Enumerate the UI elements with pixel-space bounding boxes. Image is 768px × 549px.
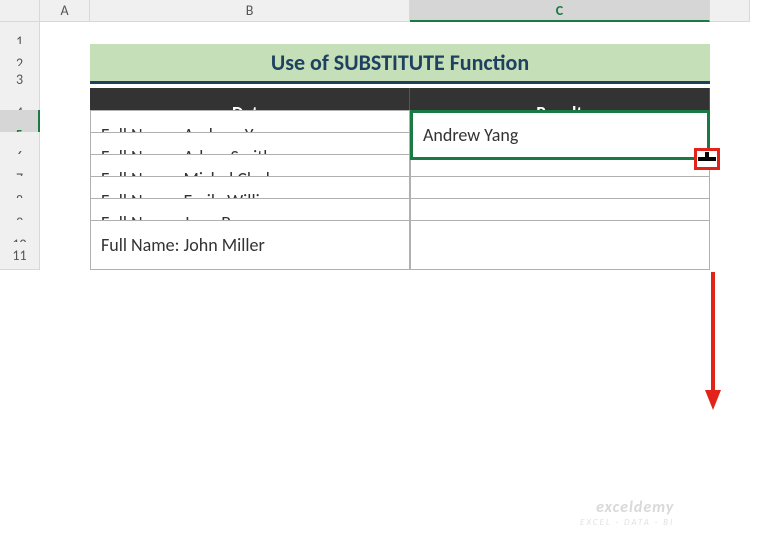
cell-C1[interactable] — [410, 22, 710, 62]
watermark-line1: exceldemy — [580, 498, 674, 517]
cell-blank-11 — [710, 242, 750, 270]
spreadsheet-grid: A B C 1 2 Use of SUBSTITUTE Function 3 4… — [0, 0, 768, 264]
watermark-line2: EXCEL · DATA · BI — [580, 517, 674, 528]
cell-C5[interactable]: Andrew Yang — [410, 110, 710, 160]
cell-B3[interactable] — [90, 66, 410, 94]
cell-C5-value: Andrew Yang — [423, 124, 518, 146]
cell-B1[interactable] — [90, 22, 410, 62]
cell-C11[interactable] — [410, 242, 710, 270]
watermark: exceldemy EXCEL · DATA · BI — [580, 498, 674, 528]
row-header-11[interactable]: 11 — [0, 242, 40, 270]
select-all-corner[interactable] — [0, 0, 40, 22]
col-header-blank — [710, 0, 750, 22]
fill-handle[interactable] — [694, 148, 720, 170]
col-header-C[interactable]: C — [410, 0, 710, 22]
cell-A11[interactable] — [40, 242, 90, 270]
col-header-A[interactable]: A — [40, 0, 90, 22]
col-header-B[interactable]: B — [90, 0, 410, 22]
autofill-arrow-icon — [705, 272, 721, 412]
cell-C3[interactable] — [410, 66, 710, 94]
cell-B11[interactable] — [90, 242, 410, 270]
fill-handle-icon — [698, 152, 716, 166]
